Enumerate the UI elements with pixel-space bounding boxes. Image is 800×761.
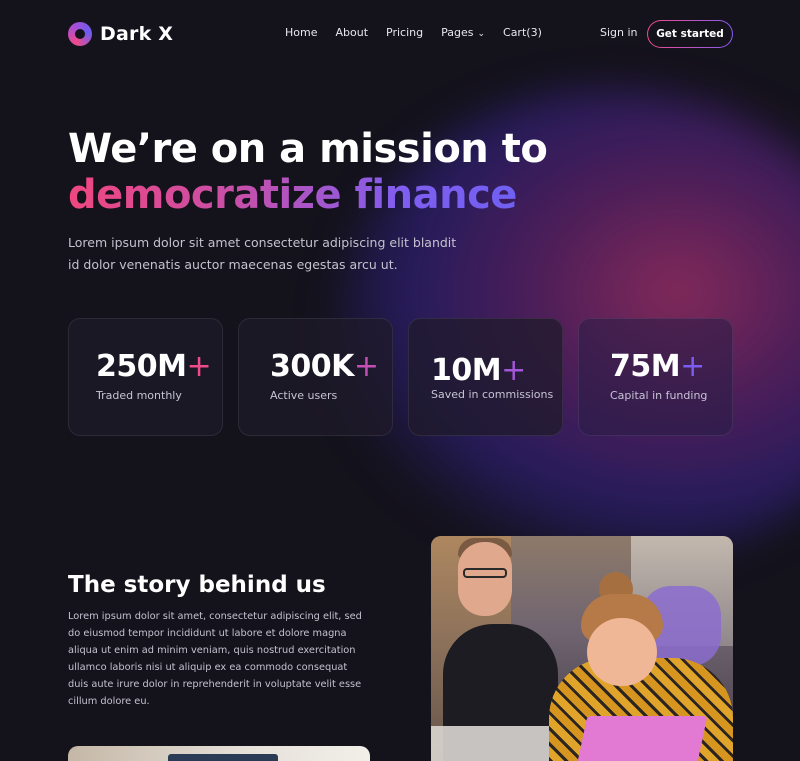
- stat-label: Saved in commissions: [431, 388, 554, 401]
- site-header: Dark X Home About Pricing Pages ⌄ Cart(3)…: [0, 0, 800, 68]
- main-nav: Home About Pricing Pages ⌄ Cart(3): [285, 26, 542, 39]
- nav-item-about[interactable]: About: [335, 26, 368, 39]
- stat-card-traded: 250M+ Traded monthly: [68, 318, 223, 436]
- nav-item-pages-label: Pages: [441, 26, 474, 39]
- stat-card-commissions: 10M+ Saved in commissions: [408, 318, 563, 436]
- stat-plus: +: [680, 349, 705, 384]
- get-started-button[interactable]: Get started: [647, 20, 733, 48]
- stat-number: 75M: [610, 349, 681, 384]
- stat-label: Capital in funding: [610, 389, 708, 402]
- stat-value: 250M+: [96, 349, 212, 384]
- nav-item-home[interactable]: Home: [285, 26, 317, 39]
- photo-shape: [463, 568, 507, 578]
- stat-value: 300K+: [270, 349, 379, 384]
- stat-number: 250M: [96, 349, 187, 384]
- chevron-down-icon: ⌄: [477, 29, 486, 39]
- stat-value: 10M+: [431, 353, 526, 388]
- sign-in-link[interactable]: Sign in: [600, 26, 638, 39]
- photo-shape: [574, 716, 708, 761]
- stat-value: 75M+: [610, 349, 705, 384]
- story-title: The story behind us: [68, 572, 326, 598]
- ring-logo-icon: [68, 22, 92, 46]
- nav-item-pricing[interactable]: Pricing: [386, 26, 423, 39]
- stat-plus: +: [353, 349, 379, 384]
- stat-plus: +: [186, 349, 212, 384]
- stat-label: Active users: [270, 389, 338, 402]
- stat-label: Traded monthly: [96, 389, 182, 402]
- brand-logo[interactable]: Dark X: [68, 22, 173, 46]
- workspace-photo: [68, 746, 370, 761]
- team-photo: [431, 536, 733, 761]
- stat-card-users: 300K+ Active users: [238, 318, 393, 436]
- stat-plus: +: [501, 353, 526, 388]
- hero-title: We’re on a mission to democratize financ…: [68, 126, 548, 218]
- photo-shape: [168, 754, 278, 761]
- nav-item-cart[interactable]: Cart(3): [503, 26, 542, 39]
- stat-number: 300K: [270, 349, 354, 384]
- story-body: Lorem ipsum dolor sit amet, consectetur …: [68, 611, 362, 707]
- nav-item-pages[interactable]: Pages ⌄: [441, 26, 485, 39]
- photo-shape: [587, 618, 657, 686]
- hero-subtitle: Lorem ipsum dolor sit amet consectetur a…: [68, 235, 457, 272]
- page: Dark X Home About Pricing Pages ⌄ Cart(3)…: [0, 0, 800, 761]
- brand-name: Dark X: [100, 23, 174, 45]
- hero-title-line1: We’re on a mission to: [68, 126, 548, 172]
- photo-shape: [458, 542, 512, 616]
- stat-card-funding: 75M+ Capital in funding: [578, 318, 733, 436]
- hero-title-highlight: democratize finance: [68, 172, 547, 218]
- stat-number: 10M: [431, 353, 502, 388]
